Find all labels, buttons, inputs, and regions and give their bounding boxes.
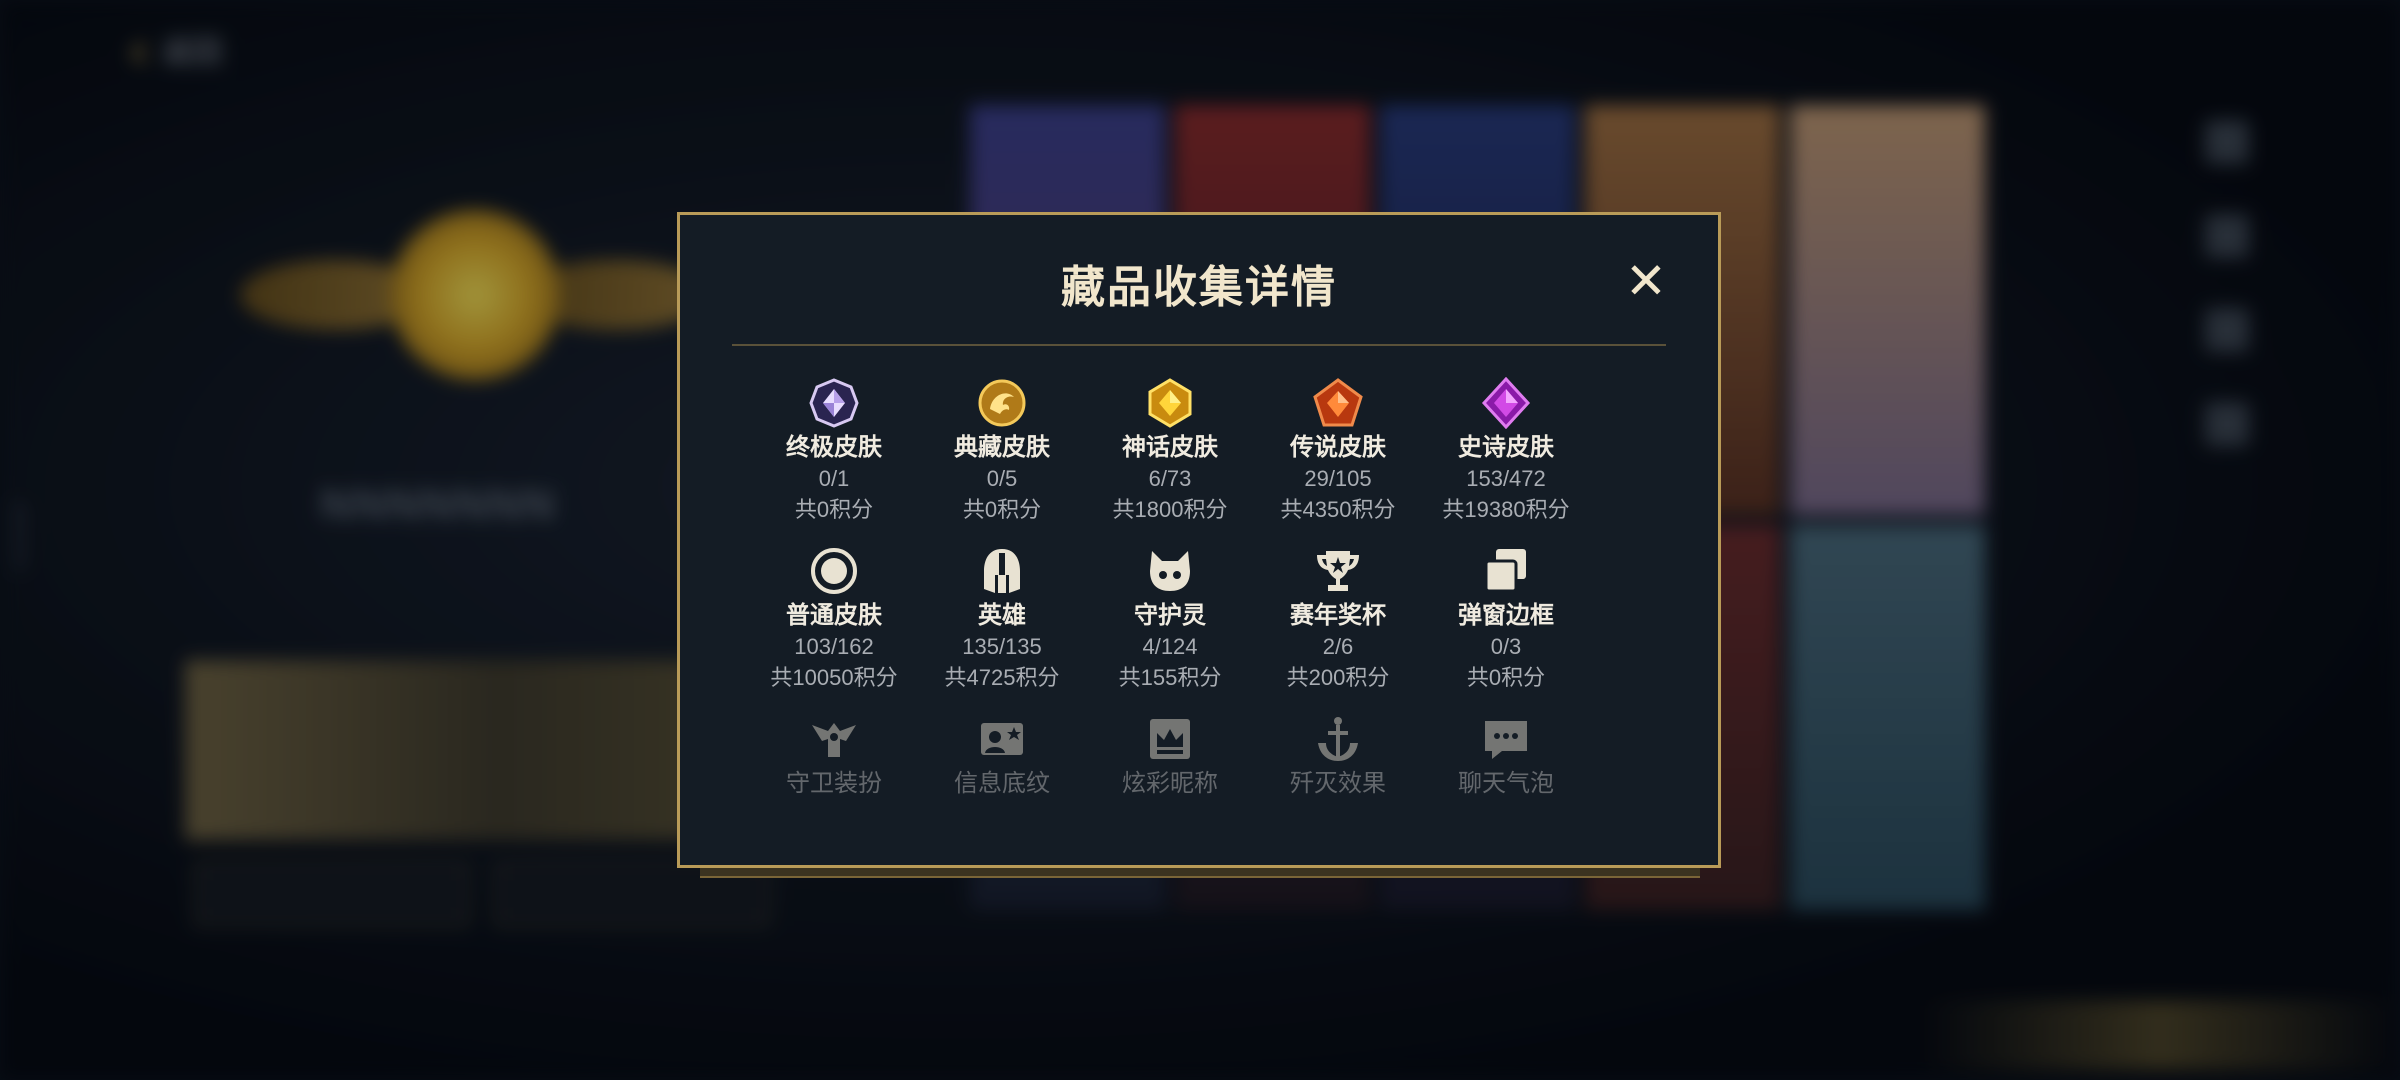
item-points: 共4725积分 xyxy=(944,665,1060,690)
nickname-crown-icon xyxy=(1142,711,1198,767)
collection-item-hero[interactable]: 英雄 135/135 共4725积分 xyxy=(918,543,1086,711)
legendary-skin-icon xyxy=(1310,375,1366,431)
item-name: 聊天气泡 xyxy=(1458,770,1554,797)
collection-grid: 终极皮肤 0/1 共0积分 典藏皮肤 0/5 共0积分 神话皮肤 6/73 共1… xyxy=(750,375,1590,865)
item-count: 0/3 xyxy=(1490,634,1522,659)
guardian-spirit-icon xyxy=(1142,543,1198,599)
popup-frame-icon xyxy=(1478,543,1534,599)
close-button[interactable]: ✕ xyxy=(1618,253,1674,309)
collection-item-guard-outfit[interactable]: 守卫装扮 xyxy=(750,711,918,865)
collection-item-guardian-spirit[interactable]: 守护灵 4/124 共155积分 xyxy=(1086,543,1254,711)
item-name: 歼灭效果 xyxy=(1290,770,1386,797)
classic-skin-icon xyxy=(974,375,1030,431)
item-points: 共0积分 xyxy=(794,497,874,522)
item-name: 弹窗边框 xyxy=(1458,602,1554,629)
collection-item-info-pattern[interactable]: 信息底纹 xyxy=(918,711,1086,865)
item-points: 共19380积分 xyxy=(1442,497,1570,522)
collection-item-popup-frame[interactable]: 弹窗边框 0/3 共0积分 xyxy=(1422,543,1590,711)
item-points: 共0积分 xyxy=(962,497,1042,522)
collection-row: 终极皮肤 0/1 共0积分 典藏皮肤 0/5 共0积分 神话皮肤 6/73 共1… xyxy=(750,375,1590,543)
item-count: 153/472 xyxy=(1466,466,1546,491)
item-name: 终极皮肤 xyxy=(786,434,882,461)
item-name: 传说皮肤 xyxy=(1290,434,1386,461)
item-count: 2/6 xyxy=(1322,634,1354,659)
item-count: 103/162 xyxy=(794,634,874,659)
trophy-icon xyxy=(1310,543,1366,599)
guard-outfit-icon xyxy=(806,711,862,767)
item-name: 守护灵 xyxy=(1134,602,1206,629)
item-points: 共155积分 xyxy=(1118,665,1222,690)
dialog-title: 藏品收集详情 xyxy=(1061,263,1337,312)
item-name: 炫彩昵称 xyxy=(1122,770,1218,797)
collection-item-colorful-nickname[interactable]: 炫彩昵称 xyxy=(1086,711,1254,865)
hero-helmet-icon xyxy=(974,543,1030,599)
collection-item-chat-bubble[interactable]: 聊天气泡 xyxy=(1422,711,1590,865)
anchor-icon xyxy=(1310,711,1366,767)
epic-skin-icon xyxy=(1478,375,1534,431)
item-count: 4/124 xyxy=(1142,634,1198,659)
info-pattern-icon xyxy=(974,711,1030,767)
item-name: 赛年奖杯 xyxy=(1290,602,1386,629)
collection-item-normal-skin[interactable]: 普通皮肤 103/162 共10050积分 xyxy=(750,543,918,711)
item-count: 135/135 xyxy=(962,634,1042,659)
title-divider xyxy=(732,344,1666,346)
item-count: 6/73 xyxy=(1148,466,1192,491)
item-count: 29/105 xyxy=(1304,466,1372,491)
item-points: 共0积分 xyxy=(1466,665,1546,690)
item-name: 信息底纹 xyxy=(954,770,1050,797)
normal-skin-icon xyxy=(806,543,862,599)
collection-item-epic-skin[interactable]: 史诗皮肤 153/472 共19380积分 xyxy=(1422,375,1590,543)
collection-row: 普通皮肤 103/162 共10050积分 英雄 135/135 共4725积分… xyxy=(750,543,1590,711)
collection-item-ultimate-skin[interactable]: 终极皮肤 0/1 共0积分 xyxy=(750,375,918,543)
item-name: 守卫装扮 xyxy=(786,770,882,797)
item-name: 普通皮肤 xyxy=(786,602,882,629)
collection-item-classic-skin[interactable]: 典藏皮肤 0/5 共0积分 xyxy=(918,375,1086,543)
item-points: 共1800积分 xyxy=(1112,497,1228,522)
item-name: 神话皮肤 xyxy=(1122,434,1218,461)
collection-row: 守卫装扮 信息底纹 炫彩昵称 歼灭效果 聊天气泡 xyxy=(750,711,1590,865)
collection-item-legendary-skin[interactable]: 传说皮肤 29/105 共4350积分 xyxy=(1254,375,1422,543)
chat-bubble-icon xyxy=(1478,711,1534,767)
item-points: 共4350积分 xyxy=(1280,497,1396,522)
collection-item-annihilation-effect[interactable]: 歼灭效果 xyxy=(1254,711,1422,865)
collection-item-season-trophy[interactable]: 赛年奖杯 2/6 共200积分 xyxy=(1254,543,1422,711)
collection-detail-dialog: 藏品收集详情 ✕ 终极皮肤 0/1 共0积分 典藏皮肤 0/5 共0积分 神话皮… xyxy=(677,212,1721,868)
collection-item-mythic-skin[interactable]: 神话皮肤 6/73 共1800积分 xyxy=(1086,375,1254,543)
item-name: 典藏皮肤 xyxy=(954,434,1050,461)
item-count: 0/1 xyxy=(818,466,850,491)
ultimate-skin-icon xyxy=(806,375,862,431)
item-name: 史诗皮肤 xyxy=(1458,434,1554,461)
item-count: 0/5 xyxy=(986,466,1018,491)
item-points: 共10050积分 xyxy=(770,665,898,690)
item-name: 英雄 xyxy=(978,602,1026,629)
item-points: 共200积分 xyxy=(1286,665,1390,690)
mythic-skin-icon xyxy=(1142,375,1198,431)
